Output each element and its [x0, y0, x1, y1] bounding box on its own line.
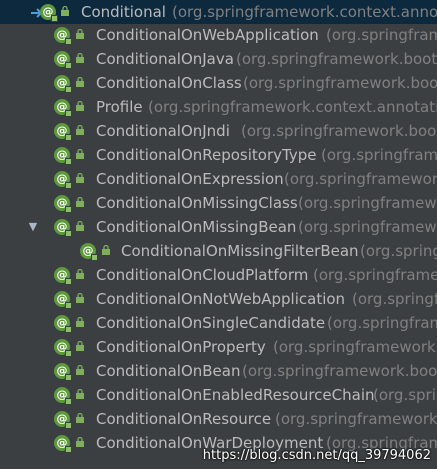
- lock-icon: [76, 197, 84, 207]
- tree-item[interactable]: @ ConditionalOnCloudPlatform (org.spring…: [0, 263, 437, 287]
- lock-icon: [76, 53, 84, 63]
- tree-item[interactable]: @ ConditionalOnEnabledResourceChain (org…: [0, 383, 437, 407]
- annotation-icon: @: [54, 171, 72, 189]
- tree-item[interactable]: @ ConditionalOnRepositoryType (org.sprin…: [0, 143, 437, 167]
- tree-item-package: (org.springframework.boot.autoconfigure.…: [321, 146, 437, 164]
- tree-item[interactable]: @ ConditionalOnJndi (org.springframework…: [0, 119, 437, 143]
- tree-item-package: (org.springframework.boot.autoconfigure.…: [243, 74, 437, 92]
- lock-icon: [76, 149, 84, 159]
- lock-icon: [102, 245, 110, 255]
- tree-item-package: (org.springframework.boot.autoconfigure.…: [236, 50, 437, 68]
- lock-icon: [76, 29, 84, 39]
- tree-item[interactable]: @ ConditionalOnBean (org.springframework…: [0, 359, 437, 383]
- annotation-icon: @: [54, 27, 72, 45]
- tree-item-package: (org.springframework.boot.autoconfigure.…: [273, 338, 437, 356]
- tree-item-name: ConditionalOnExpression: [96, 170, 284, 188]
- annotation-icon: @: [54, 339, 72, 357]
- annotation-icon: @: [54, 147, 72, 165]
- tree-item-package: (org.springframework.boot.autoconfigure.…: [313, 266, 437, 284]
- tree-item-nested[interactable]: @ ConditionalOnMissingFilterBean (org.sp…: [0, 239, 437, 263]
- tree-item-name: ConditionalOnEnabledResourceChain: [96, 386, 375, 404]
- tree-item-name: ConditionalOnProperty: [96, 338, 266, 356]
- annotation-icon: @: [54, 411, 72, 429]
- tree-item-name: ConditionalOnJndi: [96, 122, 230, 140]
- tree-item-name: ConditionalOnMissingClass: [96, 194, 298, 212]
- tree-root-row[interactable]: @ Conditional (org.springframework.conte…: [0, 0, 437, 24]
- tree-item-name: Profile: [96, 98, 143, 116]
- annotation-icon: @: [54, 51, 72, 69]
- lock-icon: [76, 125, 84, 135]
- lock-icon: [76, 269, 84, 279]
- lock-icon: [76, 173, 84, 183]
- annotation-icon: @: [54, 99, 72, 117]
- tree-item-name: ConditionalOnWebApplication: [96, 26, 319, 44]
- lock-icon: [76, 77, 84, 87]
- annotation-icon: @: [40, 4, 58, 22]
- tree-item-name: ConditionalOnSingleCandidate: [96, 314, 326, 332]
- lock-icon: [76, 389, 84, 399]
- annotation-icon: @: [54, 123, 72, 141]
- tree-root-package: (org.springframework.context.annotation): [172, 3, 437, 21]
- tree-item-package: (org.springframework.boot.autoconfigure.…: [241, 122, 437, 140]
- tree-item-name: ConditionalOnCloudPlatform: [96, 266, 309, 284]
- tree-item-name: ConditionalOnNotWebApplication: [96, 290, 346, 308]
- annotation-icon: @: [80, 243, 98, 261]
- tree-item-expanded[interactable]: ▼ @ ConditionalOnMissingBean (org.spring…: [0, 215, 437, 239]
- tree-item[interactable]: @ ConditionalOnExpression (org.springfra…: [0, 167, 437, 191]
- tree-item[interactable]: @ ConditionalOnWebApplication (org.sprin…: [0, 23, 437, 47]
- annotation-icon: @: [54, 219, 72, 237]
- lock-icon: [76, 317, 84, 327]
- watermark-text: https://blog.csdn.net/qq_39794062: [202, 448, 431, 463]
- annotation-icon: @: [54, 363, 72, 381]
- tree-item[interactable]: @ ConditionalOnNotWebApplication (org.sp…: [0, 287, 437, 311]
- lock-icon: [76, 413, 84, 423]
- annotation-icon: @: [54, 75, 72, 93]
- lock-icon: [76, 221, 84, 231]
- annotation-icon: @: [54, 435, 72, 453]
- tree-item-name: ConditionalOnClass: [96, 74, 242, 92]
- lock-icon: [76, 437, 84, 447]
- tree-item-package: (org.springframework.boot.autoconfigure.…: [326, 26, 437, 44]
- tree-item-package: (org.springframework.boot.autoconfigure.…: [242, 362, 437, 380]
- annotation-icon: @: [54, 267, 72, 285]
- tree-item-package: (org.springframework.boot.autoconfigure.…: [298, 194, 437, 212]
- tree-item-package: (org.springframework.boot.autoconfigure.…: [327, 314, 437, 332]
- annotation-icon: @: [54, 195, 72, 213]
- tree-item-name: ConditionalOnResource: [96, 410, 272, 428]
- tree-item-name: ConditionalOnRepositoryType: [96, 146, 317, 164]
- tree-root-name: Conditional: [81, 3, 166, 21]
- tree-item[interactable]: @ ConditionalOnProperty (org.springframe…: [0, 335, 437, 359]
- tree-item[interactable]: @ ConditionalOnClass (org.springframewor…: [0, 71, 437, 95]
- tree-item[interactable]: @ ConditionalOnMissingClass (org.springf…: [0, 191, 437, 215]
- tree-item[interactable]: @ ConditionalOnJava (org.springframework…: [0, 47, 437, 71]
- type-hierarchy-tree: @ Conditional (org.springframework.conte…: [0, 0, 437, 469]
- lock-icon: [76, 101, 84, 111]
- annotation-icon: @: [54, 387, 72, 405]
- tree-item-package: (org.springframework.boot.autoconfigure.…: [298, 218, 437, 236]
- lock-icon: [61, 6, 69, 16]
- annotation-icon: @: [54, 315, 72, 333]
- tree-item[interactable]: @ Profile (org.springframework.context.a…: [0, 95, 437, 119]
- tree-item-package: (org.springframework.boot.autoconfigure.…: [360, 242, 437, 260]
- tree-item-name: ConditionalOnJava: [96, 50, 234, 68]
- tree-item-name: ConditionalOnMissingFilterBean: [121, 242, 359, 260]
- tree-item-package: (org.springframework.boot.autoconfigure.…: [373, 386, 437, 404]
- triangle-down-icon[interactable]: ▼: [26, 215, 40, 239]
- tree-item-package: (org.springframework.boot.autoconfigure.…: [284, 170, 437, 188]
- tree-item[interactable]: @ ConditionalOnResource (org.springframe…: [0, 407, 437, 431]
- annotation-icon: @: [54, 291, 72, 309]
- tree-item-name: ConditionalOnBean: [96, 362, 241, 380]
- tree-item-package: (org.springframework.boot.autoconfigure.…: [275, 410, 437, 428]
- tree-item[interactable]: @ ConditionalOnSingleCandidate (org.spri…: [0, 311, 437, 335]
- lock-icon: [76, 341, 84, 351]
- lock-icon: [76, 365, 84, 375]
- tree-item-package: (org.springframework.context.annotation): [148, 98, 437, 116]
- tree-item-name: ConditionalOnMissingBean: [96, 218, 297, 236]
- tree-item-package: (org.springframework.boot.autoconfigure.…: [352, 290, 437, 308]
- lock-icon: [76, 293, 84, 303]
